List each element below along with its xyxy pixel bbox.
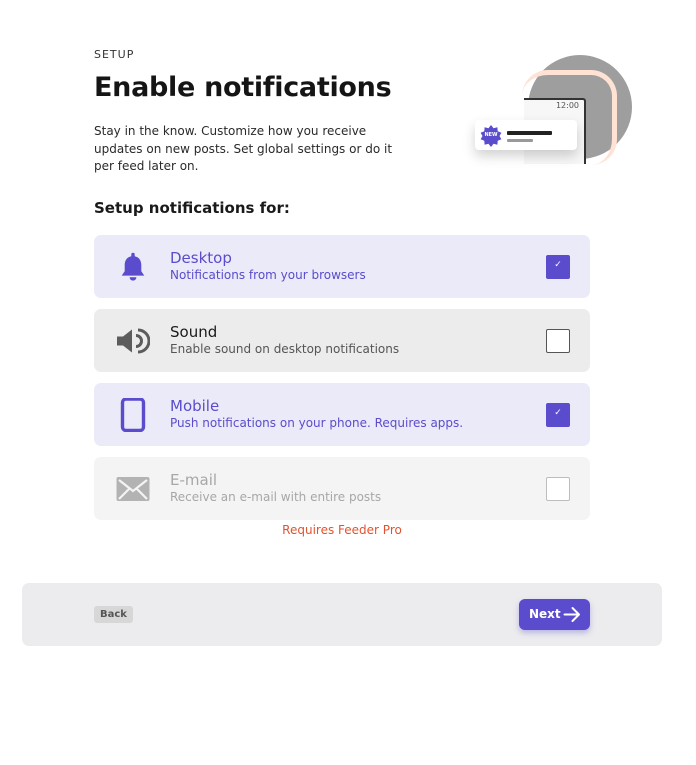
option-mobile[interactable]: Mobile Push notifications on your phone.… [94,383,590,446]
arrow-right-icon [563,607,580,622]
page-description: Stay in the know. Customize how you rece… [94,124,393,173]
desktop-checkbox[interactable] [546,255,570,279]
footer-bar: Back Next [22,583,662,646]
option-email: E-mail Receive an e-mail with entire pos… [94,457,590,520]
option-desktop[interactable]: Desktop Notifications from your browsers [94,235,590,298]
eyebrow-label: SETUP [94,48,135,61]
notification-illustration: 12:00 NEW [462,48,642,198]
phone-icon [116,398,150,432]
pro-requirement-note: Requires Feeder Pro [282,523,402,537]
bell-icon [116,250,150,284]
sound-checkbox[interactable] [546,329,570,353]
card-text-line [507,139,533,142]
option-title: E-mail [170,471,218,489]
option-subtitle: Enable sound on desktop notifications [170,342,400,356]
setup-heading: Setup notifications for: [94,199,290,217]
option-sound[interactable]: Sound Enable sound on desktop notificati… [94,309,590,372]
mobile-checkbox[interactable] [546,403,570,427]
option-subtitle: Receive an e-mail with entire posts [170,490,382,504]
option-title: Desktop [170,249,232,267]
email-checkbox [546,477,570,501]
card-text-line [507,131,552,135]
next-button-label: Next [529,607,561,621]
envelope-icon [116,472,150,506]
option-title: Mobile [170,397,220,415]
option-subtitle: Push notifications on your phone. Requir… [170,416,464,430]
new-badge-label: NEW [484,132,498,138]
option-title: Sound [170,323,218,341]
back-button[interactable]: Back [94,606,133,623]
illustration-notification-card: NEW [475,120,577,150]
next-button[interactable]: Next [519,599,590,630]
phone-time: 12:00 [555,101,579,110]
speaker-icon [116,324,150,358]
page-title: Enable notifications [94,72,392,103]
option-subtitle: Notifications from your browsers [170,268,366,282]
